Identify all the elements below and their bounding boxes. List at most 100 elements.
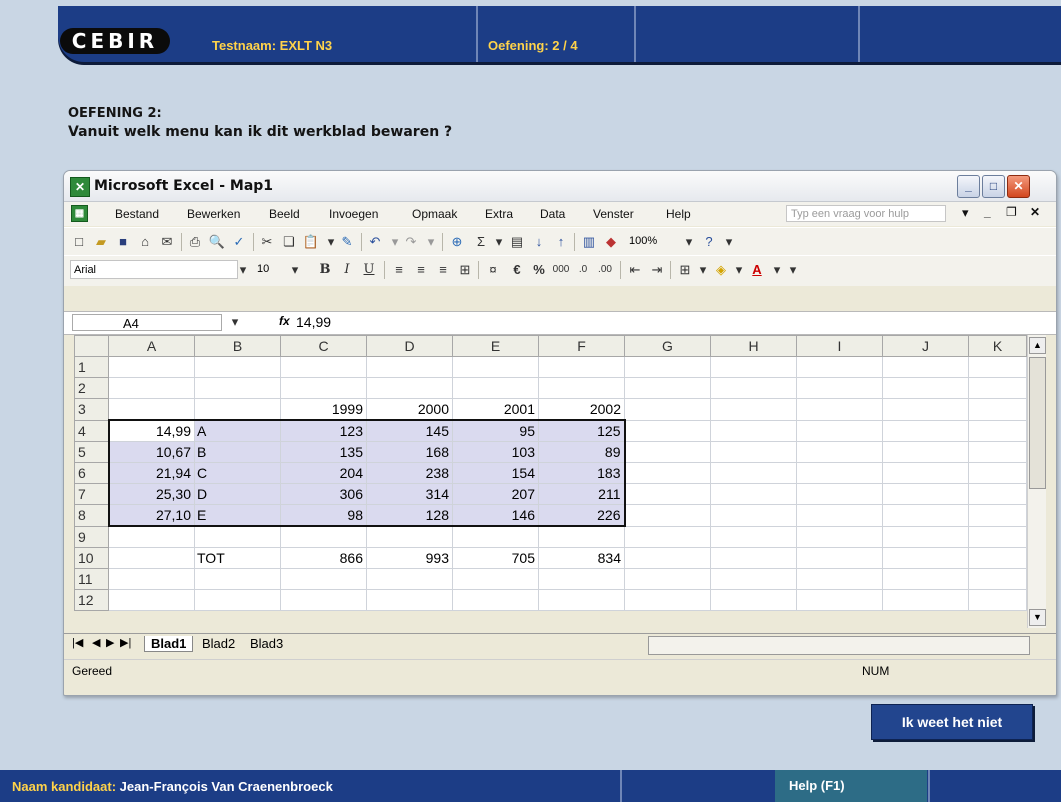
spreadsheet-cell[interactable] [882,483,969,505]
spreadsheet-cell[interactable] [968,441,1027,463]
spreadsheet-cell[interactable]: 204 [280,462,367,484]
spreadsheet-cell[interactable]: 14,99 [107,419,195,442]
last-sheet-icon[interactable]: ▶| [120,636,131,649]
drawing-icon[interactable]: ◆ [602,233,620,251]
spreadsheet-cell[interactable] [710,589,797,611]
spreadsheet-cell[interactable]: 2002 [538,398,625,421]
align-center-icon[interactable]: ≡ [412,261,430,279]
spreadsheet-cell[interactable] [882,547,969,569]
thousands-separator-icon[interactable]: 000 [552,261,570,279]
spreadsheet-cell[interactable] [796,462,883,484]
zoom-dropdown-icon[interactable]: ▾ [680,233,698,251]
doc-restore-icon[interactable]: ❐ [1006,205,1017,219]
spreadsheet-cell[interactable] [624,568,711,590]
spreadsheet-cell[interactable] [452,356,539,378]
spreadsheet-cell[interactable] [710,419,797,442]
help-icon[interactable]: ? [700,233,718,251]
redo-dropdown-icon[interactable]: ▾ [422,233,440,251]
spreadsheet-cell[interactable] [280,589,367,611]
spelling-icon[interactable]: ✓ [230,233,248,251]
spreadsheet-cell[interactable] [452,589,539,611]
spreadsheet-cell[interactable]: 125 [538,419,626,442]
doc-minimize-icon[interactable]: _ [984,205,991,219]
spreadsheet-cell[interactable] [968,462,1027,484]
autosum-dropdown-icon[interactable]: ▾ [490,233,508,251]
row-header[interactable]: 7 [74,483,109,505]
spreadsheet-cell[interactable]: 993 [366,547,453,569]
insert-function-icon[interactable]: fx [279,314,290,328]
spreadsheet-cell[interactable] [624,589,711,611]
spreadsheet-cell[interactable] [968,568,1027,590]
spreadsheet-cell[interactable]: 135 [280,441,367,463]
document-icon[interactable]: ▦ [71,205,88,222]
menu-beeld[interactable]: Beeld [269,207,300,221]
spreadsheet-cell[interactable] [280,525,367,548]
spreadsheet-cell[interactable] [624,398,711,421]
spreadsheet-cell[interactable] [968,377,1027,399]
increase-decimal-icon[interactable]: .0 [574,261,592,279]
spreadsheet-cell[interactable] [538,568,625,590]
spreadsheet-cell[interactable] [538,589,625,611]
scroll-down-icon[interactable]: ▼ [1029,609,1046,626]
first-sheet-icon[interactable]: |◀ [72,636,83,649]
spreadsheet-cell[interactable] [796,525,883,548]
spreadsheet-cell[interactable] [624,462,711,484]
spreadsheet-cell[interactable] [882,462,969,484]
help-button[interactable]: Help (F1) [775,770,927,802]
spreadsheet-cell[interactable]: B [194,441,281,463]
font-dropdown-icon[interactable]: ▾ [234,261,252,279]
fill-color-icon[interactable]: ◈ [712,261,730,279]
scroll-up-icon[interactable]: ▲ [1029,337,1046,354]
spreadsheet-cell[interactable] [280,568,367,590]
spreadsheet-cell[interactable] [366,356,453,378]
sheet-tab-blad3[interactable]: Blad3 [250,636,283,651]
font-name-select[interactable]: Arial [70,260,238,279]
spreadsheet-cell[interactable] [194,568,281,590]
spreadsheet-cell[interactable]: 1999 [280,398,367,421]
name-box-dropdown-icon[interactable]: ▾ [226,313,244,331]
borders-icon[interactable]: ⊞ [676,261,694,279]
scroll-thumb[interactable] [1029,357,1046,489]
spreadsheet-cell[interactable]: E [194,504,281,527]
spreadsheet-cell[interactable] [366,589,453,611]
sheet-tab-blad2[interactable]: Blad2 [202,636,235,651]
percent-icon[interactable]: % [530,261,548,279]
spreadsheet-cell[interactable] [366,377,453,399]
help-question-input[interactable]: Typ een vraag voor hulp [786,205,946,222]
menu-data[interactable]: Data [540,207,565,221]
column-header[interactable]: I [796,335,883,357]
spreadsheet-cell[interactable] [624,547,711,569]
spreadsheet-cell[interactable] [882,377,969,399]
spreadsheet-cell[interactable]: 154 [452,462,539,484]
spreadsheet-cell[interactable] [796,483,883,505]
spreadsheet-cell[interactable] [108,525,195,548]
underline-icon[interactable]: U [360,261,378,279]
spreadsheet-cell[interactable] [710,377,797,399]
spreadsheet-cell[interactable]: 168 [366,441,453,463]
spreadsheet-cell[interactable] [968,419,1027,442]
formula-input[interactable]: 14,99 [296,314,331,330]
spreadsheet-cell[interactable] [882,398,969,421]
spreadsheet-cell[interactable] [710,504,797,527]
spreadsheet-cell[interactable] [796,504,883,527]
menu-opmaak[interactable]: Opmaak [412,207,457,221]
spreadsheet-cell[interactable] [710,462,797,484]
spreadsheet-cell[interactable]: 314 [366,483,453,505]
spreadsheet-cell[interactable] [710,568,797,590]
spreadsheet-cell[interactable] [366,568,453,590]
spreadsheet-cell[interactable] [968,398,1027,421]
spreadsheet-cell[interactable]: 238 [366,462,453,484]
column-header[interactable]: H [710,335,797,357]
spreadsheet-cell[interactable] [108,589,195,611]
maximize-button[interactable]: □ [982,175,1005,198]
select-all-corner[interactable] [74,335,109,357]
spreadsheet-cell[interactable] [280,356,367,378]
spreadsheet-cell[interactable] [366,525,453,548]
euro-icon[interactable]: € [508,261,526,279]
spreadsheet-cell[interactable] [796,398,883,421]
spreadsheet-cell[interactable] [968,504,1027,527]
spreadsheet-cell[interactable]: 145 [366,419,453,442]
spreadsheet-cell[interactable]: 2000 [366,398,453,421]
redo-icon[interactable]: ↷ [402,233,420,251]
spreadsheet-cell[interactable]: 21,94 [107,462,195,484]
